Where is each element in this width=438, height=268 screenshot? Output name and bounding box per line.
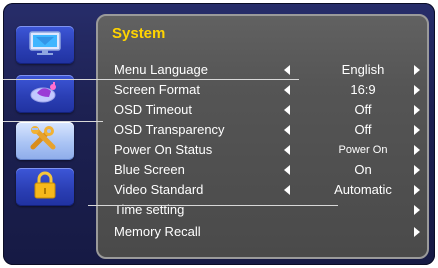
menu-row-label: Blue Screen [114, 162, 185, 177]
menu-row-value: 16:9 [350, 82, 376, 97]
picture-icon [28, 30, 62, 61]
menu-row-label: Menu Language [114, 62, 208, 77]
arrow-right-icon[interactable] [414, 185, 420, 195]
arrow-right-icon[interactable] [414, 105, 420, 115]
menu-row-label: OSD Timeout [114, 102, 193, 117]
lock-icon [32, 170, 58, 205]
arrow-right-icon[interactable] [414, 125, 420, 135]
menu-row-label: Screen Format [114, 82, 200, 97]
arrow-left-icon[interactable] [284, 65, 290, 75]
menu-row-label: Video Standard [114, 182, 204, 197]
menu-row-blue-screen[interactable]: Blue Screen On [114, 160, 424, 180]
arrow-right-icon[interactable] [414, 65, 420, 75]
arrow-left-icon[interactable] [284, 185, 290, 195]
menu-row-video-standard[interactable]: Video Standard Automatic [114, 180, 424, 200]
arrow-right-icon[interactable] [414, 165, 420, 175]
menu-row-osd-transparency[interactable]: OSD Transparency Off [114, 120, 424, 140]
sidebar-item-sound[interactable] [16, 75, 74, 113]
osd-screen: System Menu Language English Screen Form… [3, 3, 435, 265]
menu-row-osd-timeout[interactable]: OSD Timeout Off [114, 100, 424, 120]
system-menu-panel: System Menu Language English Screen Form… [96, 14, 429, 259]
menu-row-label: Power On Status [114, 142, 213, 157]
menu-row-value: Automatic [334, 182, 392, 197]
menu-row-power-on-status[interactable]: Power On Status Power On [114, 140, 424, 160]
arrow-right-icon[interactable] [414, 145, 420, 155]
menu-row-time-setting[interactable]: Time setting [114, 200, 424, 220]
menu-row-menu-language[interactable]: Menu Language English [114, 60, 424, 80]
menu-row-screen-format[interactable]: Screen Format 16:9 [114, 80, 424, 100]
sidebar-item-lock[interactable] [16, 168, 74, 206]
menu-row-label: Memory Recall [114, 224, 201, 239]
sound-icon [27, 79, 63, 110]
arrow-left-icon[interactable] [284, 85, 290, 95]
menu-row-value: Off [354, 122, 372, 137]
arrow-left-icon[interactable] [284, 165, 290, 175]
menu-row-label: OSD Transparency [114, 122, 225, 137]
arrow-left-icon[interactable] [284, 125, 290, 135]
divider-line [88, 205, 338, 206]
arrow-right-icon[interactable] [414, 205, 420, 215]
sidebar-item-system[interactable] [16, 122, 74, 160]
divider-line [3, 79, 299, 80]
arrow-right-icon[interactable] [414, 85, 420, 95]
menu-row-value: Power On [338, 144, 388, 156]
tools-icon [27, 125, 63, 158]
panel-title: System [112, 25, 166, 42]
arrow-left-icon[interactable] [284, 145, 290, 155]
menu-row-memory-recall[interactable]: Memory Recall [114, 222, 424, 242]
menu-row-value: Off [354, 102, 372, 117]
divider-line [3, 121, 103, 122]
menu-row-value: On [354, 162, 372, 177]
sidebar-item-picture[interactable] [16, 26, 74, 64]
arrow-right-icon[interactable] [414, 227, 420, 237]
arrow-left-icon[interactable] [284, 105, 290, 115]
menu-row-value: English [341, 62, 385, 77]
